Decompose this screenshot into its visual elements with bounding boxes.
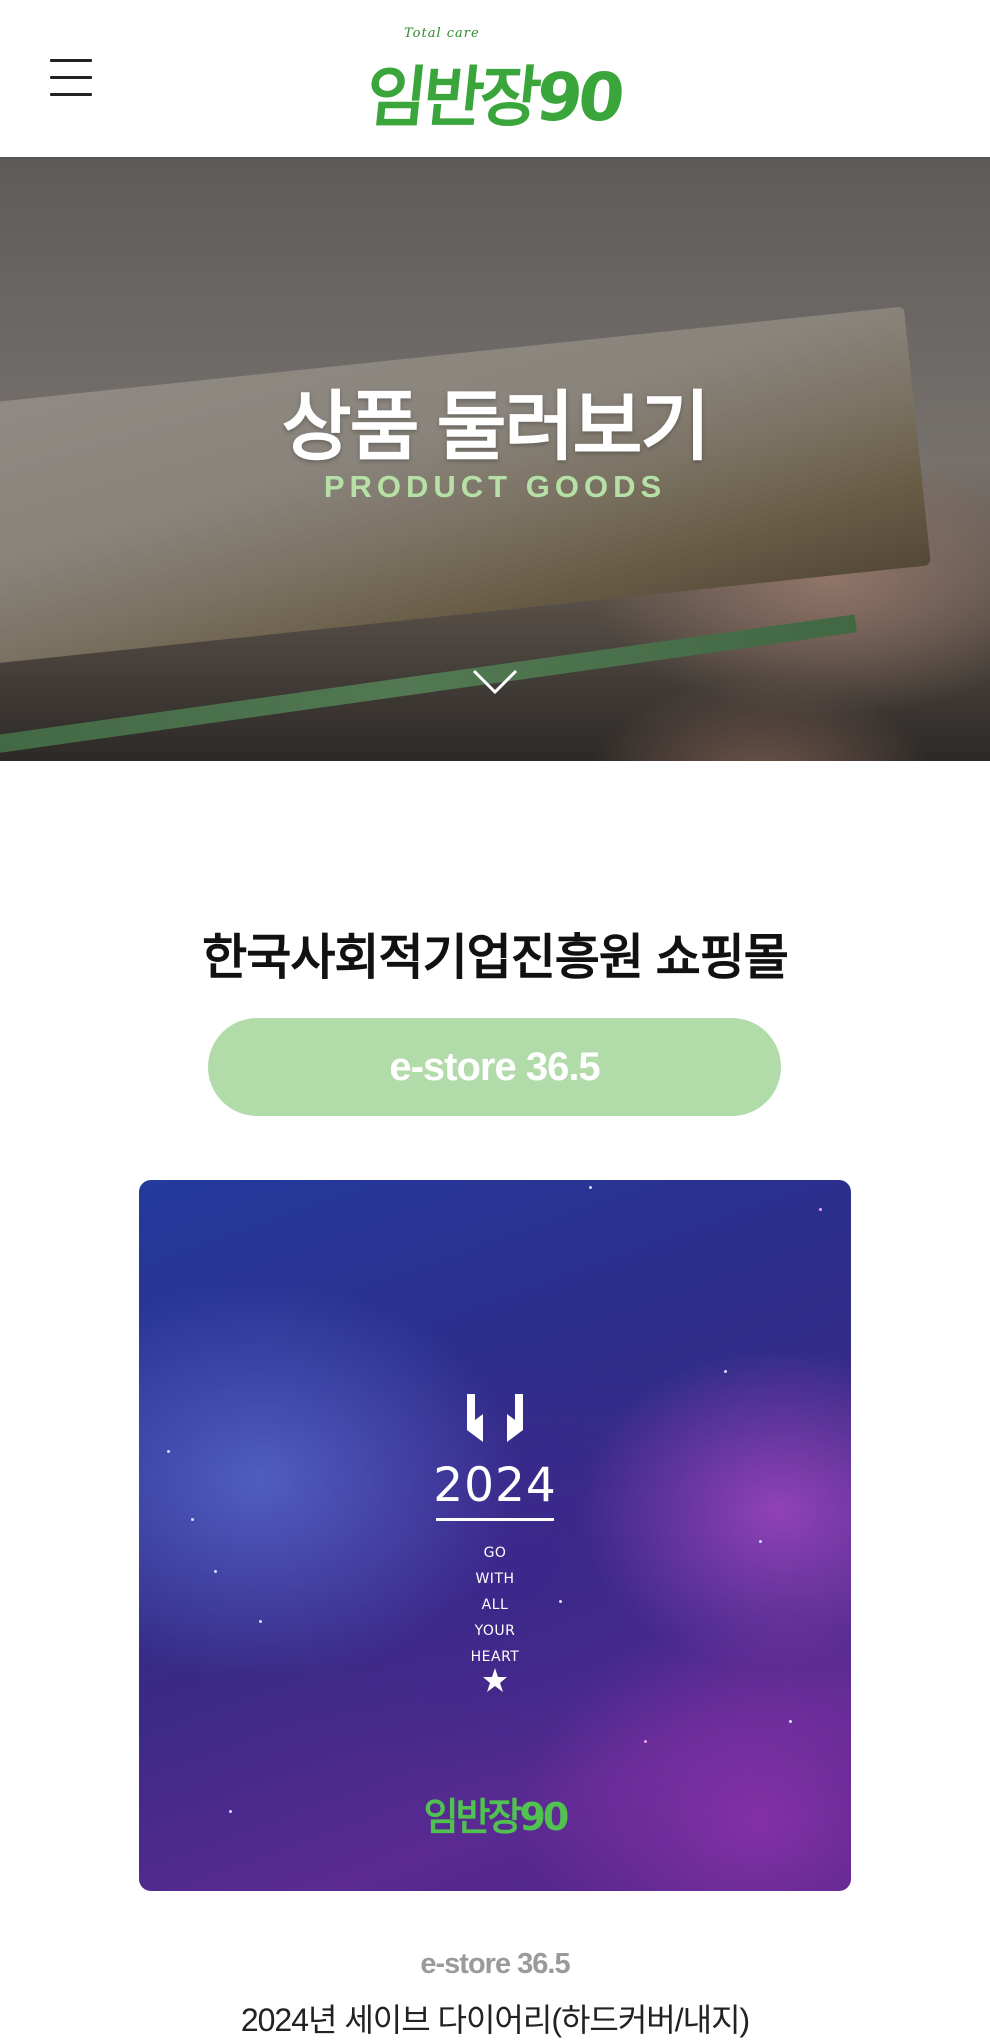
site-header: Total care 임반장90 — [0, 0, 990, 157]
hero-subtitle: PRODUCT GOODS — [323, 469, 667, 504]
hero-title: 상품 둘러보기 — [281, 385, 711, 470]
star — [191, 1518, 194, 1521]
product-image[interactable]: 2024 GO WITH ALL YOUR HEART 임반장90 — [139, 1180, 851, 1891]
card-slogan: GO WITH ALL YOUR HEART — [139, 1540, 851, 1670]
star — [589, 1186, 592, 1189]
star — [644, 1740, 647, 1743]
card-divider — [436, 1518, 554, 1521]
star — [724, 1370, 727, 1373]
card-year: 2024 — [433, 1458, 557, 1513]
product-store-label: e-store 36.5 — [420, 1948, 570, 1980]
hamburger-menu-icon[interactable] — [48, 56, 94, 100]
slogan-line: ALL — [481, 1597, 509, 1613]
hands-logo-icon — [467, 1394, 523, 1442]
e-store-button[interactable]: e-store 36.5 — [208, 1018, 781, 1116]
card-brand-logo: 임반장90 — [423, 1795, 570, 1839]
site-logo[interactable]: Total care 임반장90 — [360, 22, 630, 136]
chevron-down-icon[interactable] — [470, 667, 520, 697]
slogan-line: GO — [483, 1545, 507, 1561]
slogan-line: WITH — [475, 1571, 515, 1587]
hero-banner: 상품 둘러보기 PRODUCT GOODS — [0, 157, 990, 761]
logo-wordmark: 임반장90 — [362, 59, 625, 136]
star — [819, 1208, 822, 1211]
section-title: 한국사회적기업진흥원 쇼핑몰 — [202, 931, 789, 985]
slogan-line: YOUR — [474, 1623, 516, 1639]
star-icon — [483, 1668, 507, 1692]
star — [167, 1450, 170, 1453]
star — [789, 1720, 792, 1723]
logo-tagline: Total care — [404, 26, 480, 41]
product-name[interactable]: 2024년 세이브 다이어리(하드커버/내지) — [0, 1995, 990, 2041]
